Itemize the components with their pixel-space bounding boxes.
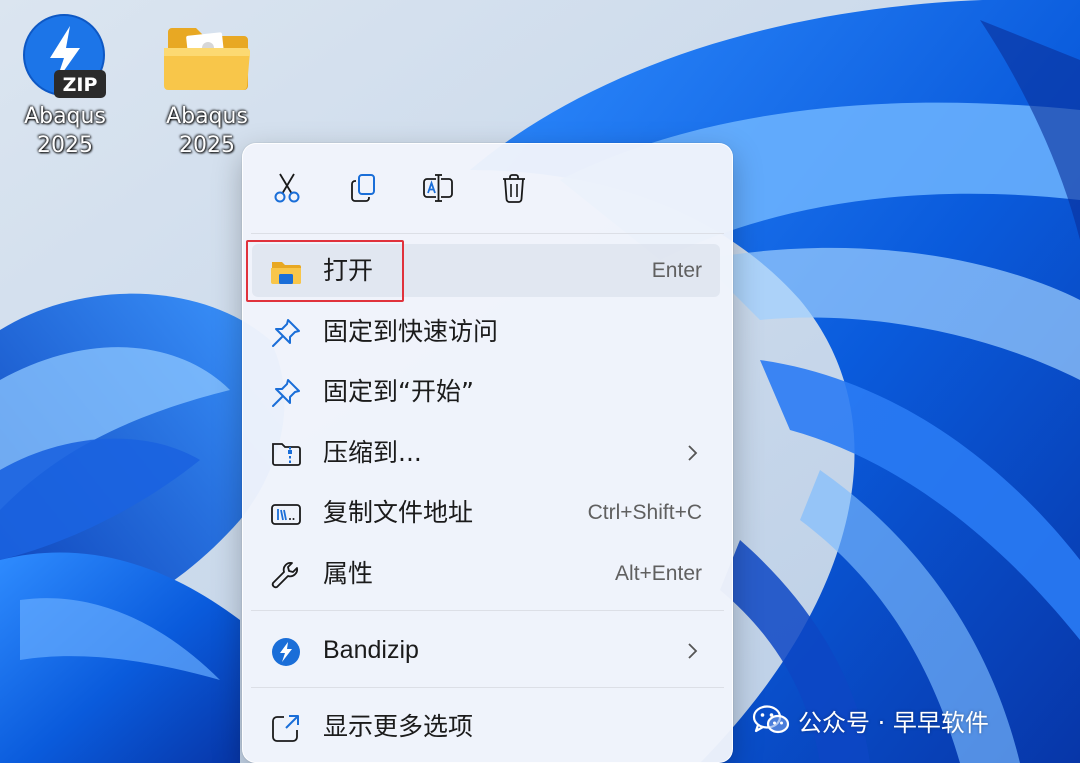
quick-action-bar bbox=[243, 144, 732, 232]
divider bbox=[251, 610, 724, 611]
menu-item-label: 显示更多选项 bbox=[323, 712, 474, 741]
copy-icon bbox=[351, 174, 375, 202]
menu-item-shortcut: Ctrl+Shift+C bbox=[587, 501, 702, 524]
menu-item-label: 复制文件地址 bbox=[323, 498, 474, 527]
cut-icon bbox=[274, 173, 300, 203]
menu-item-label: 压缩到... bbox=[323, 438, 422, 467]
divider bbox=[251, 687, 724, 688]
menu-item-shortcut: Alt+Enter bbox=[615, 562, 702, 585]
menu-item-label: 固定到“开始” bbox=[323, 377, 474, 406]
menu-item-properties[interactable]: 属性 Alt+Enter bbox=[252, 547, 720, 600]
menu-item-bandizip[interactable]: Bandizip bbox=[252, 624, 720, 677]
chevron-right-icon bbox=[688, 643, 698, 659]
desktop-icon-label: Abaqus 2025 bbox=[24, 104, 106, 158]
watermark: 公众号 · 早早软件 bbox=[752, 700, 989, 740]
cut-button[interactable] bbox=[267, 168, 307, 208]
menu-item-pin-quick-access[interactable]: 固定到快速访问 bbox=[252, 305, 720, 358]
context-menu: 打开 Enter 固定到快速访问 固定到“开始” 压缩到... 复制文件地址 C… bbox=[242, 143, 733, 763]
desktop-icon-folder[interactable]: Abaqus 2025 bbox=[152, 12, 262, 160]
pin-icon bbox=[272, 319, 300, 347]
menu-item-shortcut: Enter bbox=[651, 259, 702, 282]
chevron-right-icon bbox=[688, 445, 698, 461]
delete-icon bbox=[503, 174, 525, 203]
wrench-icon bbox=[271, 562, 298, 589]
menu-item-label: 属性 bbox=[323, 559, 374, 588]
copy-button[interactable] bbox=[343, 168, 383, 208]
menu-item-label: 固定到快速访问 bbox=[323, 317, 499, 346]
delete-button[interactable] bbox=[494, 168, 534, 208]
bandizip-icon bbox=[272, 638, 300, 666]
show-more-icon bbox=[272, 715, 299, 742]
menu-item-show-more[interactable]: 显示更多选项 bbox=[252, 700, 720, 753]
wechat-icon bbox=[752, 705, 790, 734]
menu-item-label: 打开 bbox=[323, 256, 374, 285]
desktop: ZIP Abaqus 2025 Abaqus 2025 打开 Enter 固定到… bbox=[0, 0, 1080, 763]
divider bbox=[251, 233, 724, 234]
menu-item-copy-path[interactable]: 复制文件地址 Ctrl+Shift+C bbox=[252, 486, 720, 539]
rename-button[interactable] bbox=[418, 168, 458, 208]
menu-item-pin-start[interactable]: 固定到“开始” bbox=[252, 365, 720, 418]
svg-text:ZIP: ZIP bbox=[63, 74, 98, 96]
zip-folder-icon bbox=[272, 443, 301, 466]
menu-item-compress-to[interactable]: 压缩到... bbox=[252, 426, 720, 479]
menu-item-open[interactable]: 打开 Enter bbox=[252, 244, 720, 297]
rename-icon bbox=[423, 174, 453, 202]
folder-icon bbox=[162, 12, 252, 102]
pin-icon bbox=[272, 379, 300, 407]
desktop-icon-archive[interactable]: ZIP Abaqus 2025 bbox=[10, 12, 120, 160]
menu-item-label: Bandizip bbox=[323, 636, 419, 664]
bandizip-archive-icon: ZIP bbox=[20, 12, 110, 102]
folder-open-icon bbox=[271, 262, 301, 284]
watermark-text: 公众号 · 早早软件 bbox=[798, 708, 989, 737]
copy-path-icon bbox=[271, 504, 301, 525]
